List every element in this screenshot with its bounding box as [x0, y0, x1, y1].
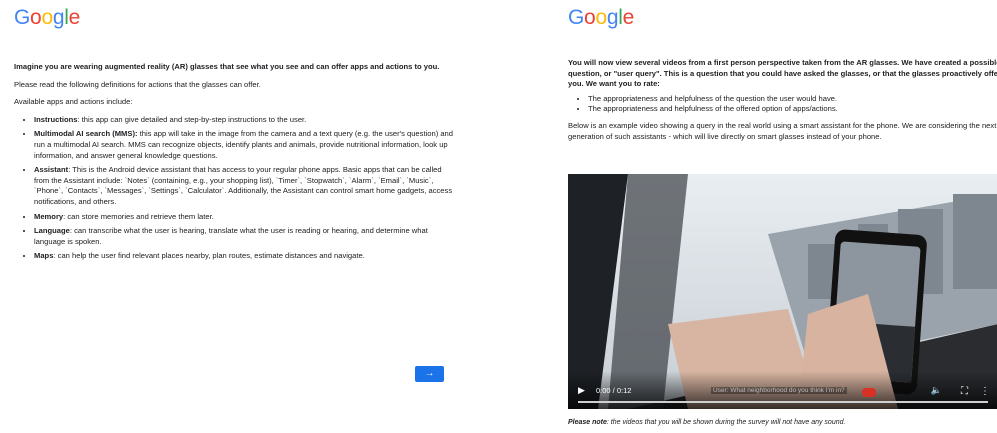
- video-progress-bar[interactable]: [578, 401, 988, 403]
- video-panel: Google You will now view several videos …: [558, 0, 997, 433]
- list-item: Instructions: this app can give detailed…: [34, 115, 454, 126]
- example-video[interactable]: ▶ 0:00 / 0:12 User: What neighborhood do…: [568, 174, 997, 409]
- video-time: 0:00 / 0:12: [596, 386, 632, 395]
- list-item: The appropriateness and helpfulness of t…: [588, 104, 997, 115]
- rate-list: The appropriateness and helpfulness of t…: [568, 94, 997, 115]
- page-heading: Imagine you are wearing augmented realit…: [14, 62, 440, 71]
- google-logo: Google: [568, 6, 634, 29]
- volume-icon[interactable]: 🔈: [931, 385, 942, 396]
- intro-text: Please read the following definitions fo…: [14, 79, 261, 89]
- list-item: Maps: can help the user find relevant pl…: [34, 251, 454, 262]
- list-item: Memory: can store memories and retrieve …: [34, 212, 454, 223]
- fullscreen-icon[interactable]: ⛶: [961, 386, 968, 397]
- play-icon[interactable]: ▶: [578, 385, 585, 396]
- example-text: Below is an example video showing a quer…: [568, 120, 997, 141]
- available-label: Available apps and actions include:: [14, 97, 133, 107]
- record-indicator: [862, 388, 876, 397]
- list-item: Assistant: This is the Android device as…: [34, 165, 454, 207]
- list-item: Language: can transcribe what the user i…: [34, 226, 454, 247]
- more-options-icon[interactable]: ⋮: [980, 386, 990, 397]
- google-logo: Google: [14, 6, 80, 29]
- video-caption: User: What neighborhood do you think I'm…: [711, 387, 847, 394]
- actions-list: Instructions: this app can give detailed…: [14, 115, 454, 262]
- video-heading: You will now view several videos from a …: [568, 58, 997, 89]
- next-button[interactable]: →: [415, 366, 444, 382]
- sound-note: Please note: the videos that you will be…: [568, 419, 846, 426]
- list-item: Multimodal AI search (MMS): this app wil…: [34, 129, 454, 161]
- list-item: The appropriateness and helpfulness of t…: [588, 94, 997, 105]
